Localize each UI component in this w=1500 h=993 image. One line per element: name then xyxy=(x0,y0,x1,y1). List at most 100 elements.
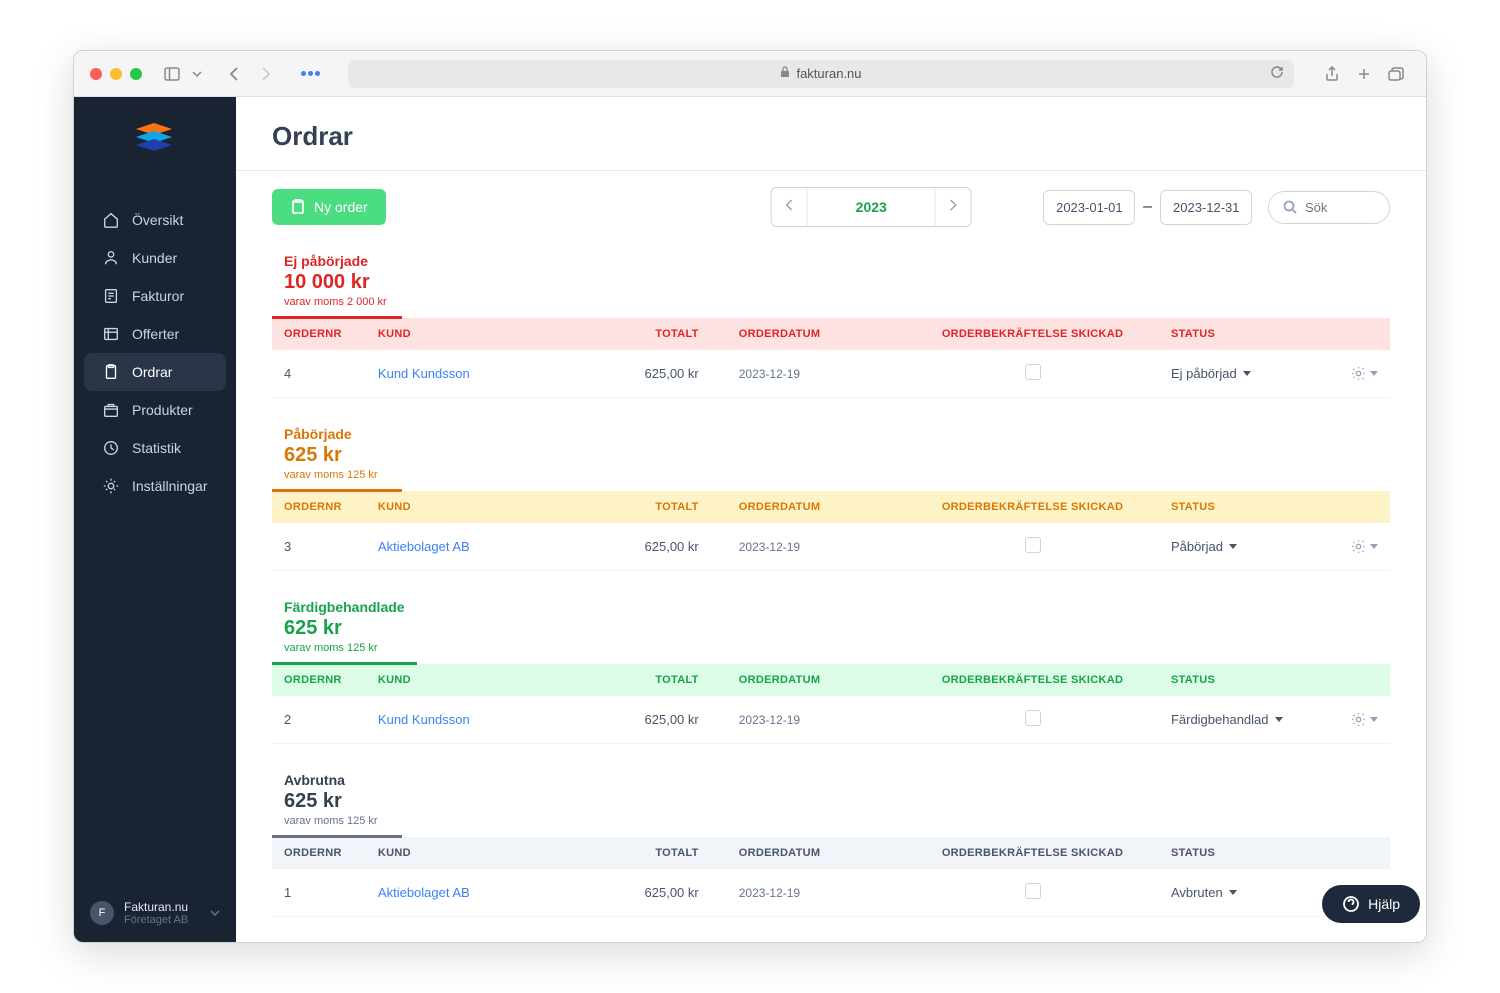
confirm-checkbox[interactable] xyxy=(1025,364,1041,380)
col-orderdatum[interactable]: ORDERDATUM xyxy=(711,664,906,696)
col-kund[interactable]: KUND xyxy=(366,837,584,869)
row-actions-button[interactable] xyxy=(1343,712,1378,727)
col-kund[interactable]: KUND xyxy=(366,491,584,523)
col-totalt[interactable]: TOTALT xyxy=(584,318,710,350)
caret-down-icon xyxy=(1370,371,1378,376)
status-dropdown[interactable]: Färdigbehandlad xyxy=(1171,712,1319,727)
col-ordernr[interactable]: ORDERNR xyxy=(272,491,366,523)
help-fab-button[interactable]: Hjälp xyxy=(1322,885,1420,923)
col-totalt[interactable]: TOTALT xyxy=(584,837,710,869)
col-status[interactable]: STATUS xyxy=(1159,837,1331,869)
col-ordernr[interactable]: ORDERNR xyxy=(272,318,366,350)
confirm-checkbox[interactable] xyxy=(1025,710,1041,726)
section-title: Avbrutna xyxy=(284,772,390,788)
col-kund[interactable]: KUND xyxy=(366,318,584,350)
status-dropdown[interactable]: Ej påbörjad xyxy=(1171,366,1319,381)
cell-confirm xyxy=(906,523,1159,571)
confirm-checkbox[interactable] xyxy=(1025,537,1041,553)
forward-button[interactable] xyxy=(252,62,280,86)
row-actions-button[interactable] xyxy=(1343,539,1378,554)
extensions-icon[interactable] xyxy=(296,62,324,86)
maximize-window-button[interactable] xyxy=(130,68,142,80)
sidebar-item-fakturor[interactable]: Fakturor xyxy=(84,277,226,315)
section-vat: varav moms 125 kr xyxy=(284,642,405,654)
back-button[interactable] xyxy=(220,62,248,86)
col-ordernr[interactable]: ORDERNR xyxy=(272,837,366,869)
col-confirm[interactable]: ORDERBEKRÄFTELSE SKICKAD xyxy=(906,664,1159,696)
row-actions-button[interactable] xyxy=(1343,366,1378,381)
customer-link[interactable]: Aktiebolaget AB xyxy=(378,885,470,900)
chevron-down-icon[interactable] xyxy=(190,62,204,86)
caret-down-icon xyxy=(1275,717,1283,722)
section-vat: varav moms 2 000 kr xyxy=(284,296,390,308)
table-row[interactable]: 2 Kund Kundsson 625,00 kr 2023-12-19 Fär… xyxy=(272,696,1390,744)
date-to-input[interactable] xyxy=(1160,190,1252,225)
sidebar-item-produkter[interactable]: Produkter xyxy=(84,391,226,429)
col-status[interactable]: STATUS xyxy=(1159,491,1331,523)
col-kund[interactable]: KUND xyxy=(366,664,584,696)
sidebar-item-offerter[interactable]: Offerter xyxy=(84,315,226,353)
cell-actions xyxy=(1331,523,1390,571)
sidebar-item-kunder[interactable]: Kunder xyxy=(84,239,226,277)
sidebar-item-installningar[interactable]: Inställningar xyxy=(84,467,226,505)
gear-icon xyxy=(1351,539,1366,554)
cell-kund: Kund Kundsson xyxy=(366,696,584,744)
customer-link[interactable]: Aktiebolaget AB xyxy=(378,539,470,554)
search-box[interactable] xyxy=(1268,191,1390,224)
col-totalt[interactable]: TOTALT xyxy=(584,491,710,523)
sidebar-footer[interactable]: F Fakturan.nu Företaget AB xyxy=(74,884,236,942)
sidebar-item-label: Produkter xyxy=(132,402,193,418)
new-order-button[interactable]: Ny order xyxy=(272,189,386,225)
col-status[interactable]: STATUS xyxy=(1159,318,1331,350)
customer-link[interactable]: Kund Kundsson xyxy=(378,712,470,727)
cell-total: 625,00 kr xyxy=(584,869,710,917)
sidebar-item-statistik[interactable]: Statistik xyxy=(84,429,226,467)
col-orderdatum[interactable]: ORDERDATUM xyxy=(711,491,906,523)
section-header: Avbrutna 625 kr varav moms 125 kr xyxy=(272,762,402,838)
minimize-window-button[interactable] xyxy=(110,68,122,80)
col-orderdatum[interactable]: ORDERDATUM xyxy=(711,318,906,350)
date-from-input[interactable] xyxy=(1043,190,1135,225)
col-orderdatum[interactable]: ORDERDATUM xyxy=(711,837,906,869)
user-icon xyxy=(102,249,120,267)
col-actions xyxy=(1331,318,1390,350)
status-dropdown[interactable]: Påbörjad xyxy=(1171,539,1319,554)
search-input[interactable] xyxy=(1305,200,1375,215)
reload-icon[interactable] xyxy=(1270,65,1284,82)
close-window-button[interactable] xyxy=(90,68,102,80)
col-actions xyxy=(1331,491,1390,523)
table-row[interactable]: 4 Kund Kundsson 625,00 kr 2023-12-19 Ej … xyxy=(272,350,1390,398)
col-confirm[interactable]: ORDERBEKRÄFTELSE SKICKAD xyxy=(906,491,1159,523)
section-vat: varav moms 125 kr xyxy=(284,469,390,481)
year-prev-button[interactable] xyxy=(772,188,808,226)
section-header: Färdigbehandlade 625 kr varav moms 125 k… xyxy=(272,589,417,665)
table-row[interactable]: 3 Aktiebolaget AB 625,00 kr 2023-12-19 P… xyxy=(272,523,1390,571)
col-status[interactable]: STATUS xyxy=(1159,664,1331,696)
cell-status: Färdigbehandlad xyxy=(1159,696,1331,744)
cell-date: 2023-12-19 xyxy=(711,869,906,917)
sidebar-toggle-icon[interactable] xyxy=(158,62,186,86)
tabs-icon[interactable] xyxy=(1382,62,1410,86)
status-dropdown[interactable]: Avbruten xyxy=(1171,885,1319,900)
section-fardigbehandlade: Färdigbehandlade 625 kr varav moms 125 k… xyxy=(272,589,1390,744)
year-next-button[interactable] xyxy=(935,188,971,226)
col-totalt[interactable]: TOTALT xyxy=(584,664,710,696)
col-ordernr[interactable]: ORDERNR xyxy=(272,664,366,696)
customer-link[interactable]: Kund Kundsson xyxy=(378,366,470,381)
sidebar-item-label: Offerter xyxy=(132,326,179,342)
table-row[interactable]: 1 Aktiebolaget AB 625,00 kr 2023-12-19 A… xyxy=(272,869,1390,917)
section-amount: 10 000 kr xyxy=(284,271,390,294)
col-confirm[interactable]: ORDERBEKRÄFTELSE SKICKAD xyxy=(906,837,1159,869)
new-tab-icon[interactable] xyxy=(1350,62,1378,86)
year-display[interactable]: 2023 xyxy=(808,189,935,225)
cell-status: Påbörjad xyxy=(1159,523,1331,571)
share-icon[interactable] xyxy=(1318,62,1346,86)
window-controls xyxy=(90,68,142,80)
col-confirm[interactable]: ORDERBEKRÄFTELSE SKICKAD xyxy=(906,318,1159,350)
url-bar[interactable]: fakturan.nu xyxy=(348,60,1294,88)
sidebar-item-oversikt[interactable]: Översikt xyxy=(84,201,226,239)
sidebar-item-ordrar[interactable]: Ordrar xyxy=(84,353,226,391)
cell-confirm xyxy=(906,869,1159,917)
confirm-checkbox[interactable] xyxy=(1025,883,1041,899)
box-icon xyxy=(102,401,120,419)
